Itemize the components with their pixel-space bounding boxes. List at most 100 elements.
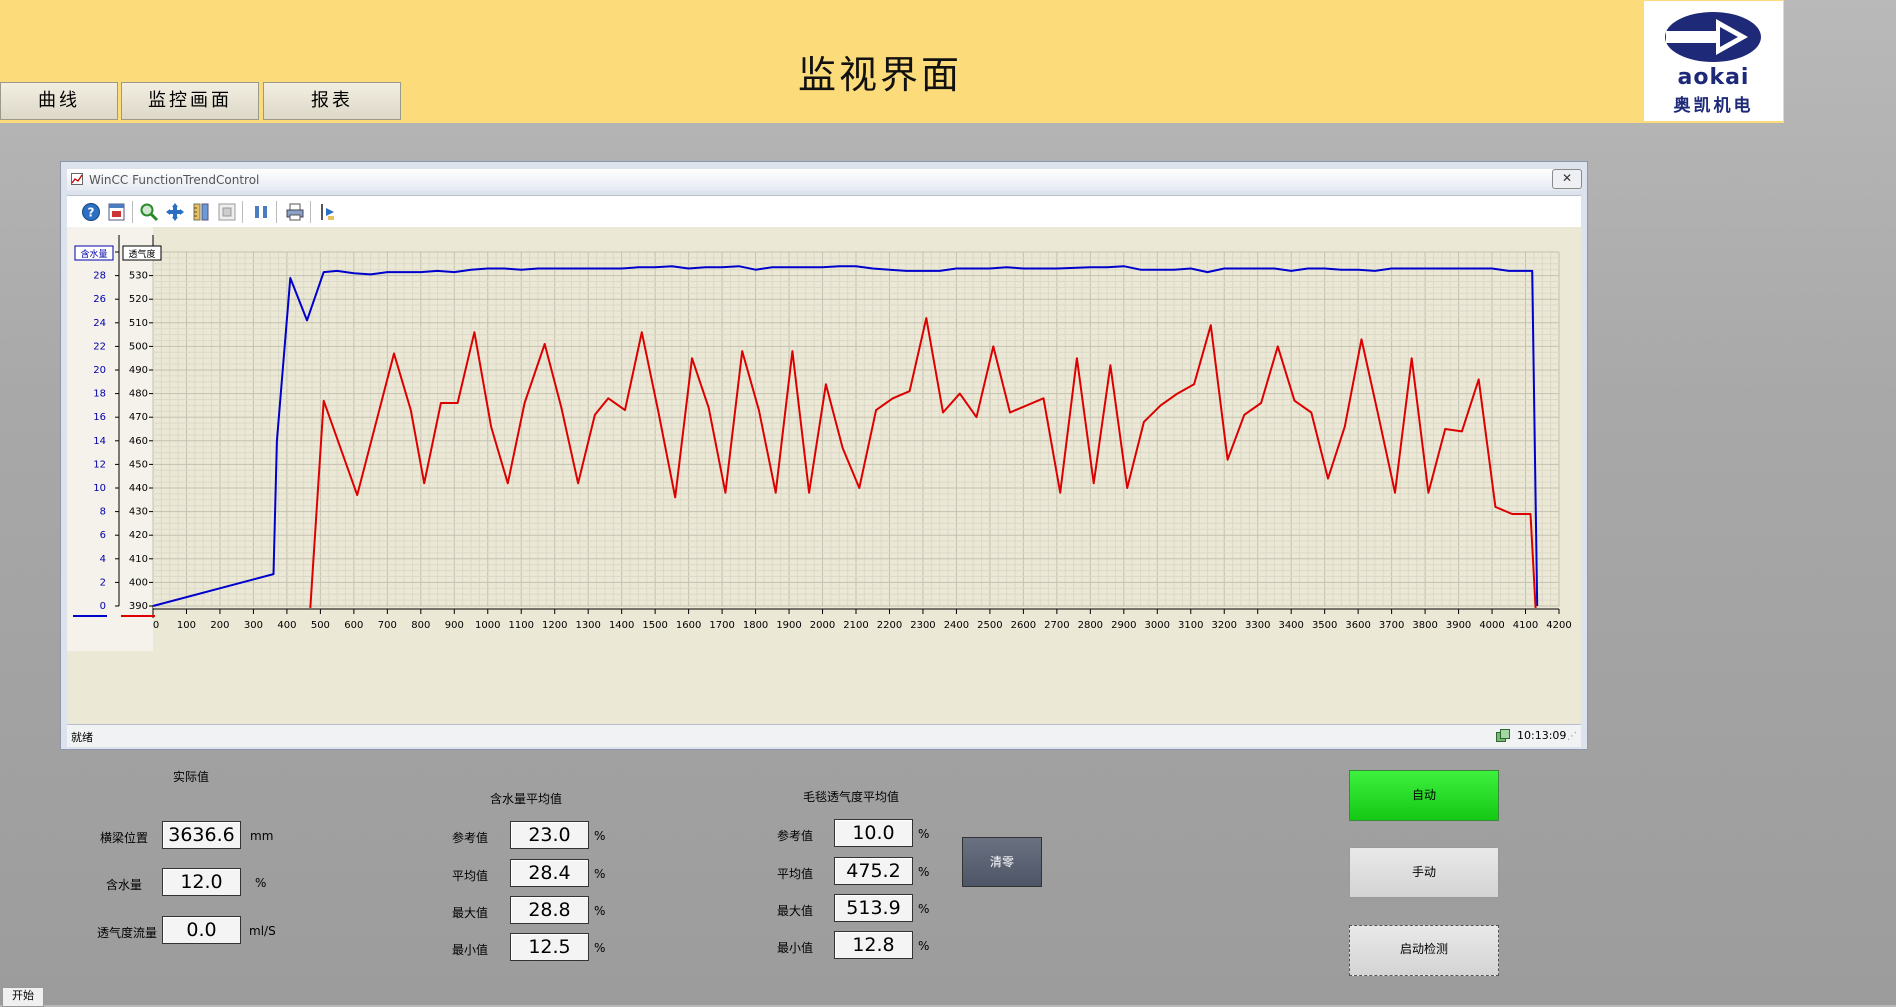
tick-label-permeability: 440 bbox=[129, 483, 148, 494]
perm-ref-unit: % bbox=[918, 827, 930, 841]
zoom-icon[interactable] bbox=[139, 202, 159, 222]
help-icon[interactable]: ? bbox=[81, 202, 101, 222]
tick-label-moisture: 4 bbox=[100, 554, 106, 565]
logo-company-text: 奥凯机电 bbox=[1673, 96, 1754, 116]
moisture-ref-label: 参考值 bbox=[452, 831, 489, 845]
x-tick-label: 3900 bbox=[1446, 620, 1471, 631]
taskbar-start-button[interactable]: 开始 bbox=[2, 987, 44, 1007]
perm-min-label: 最小值 bbox=[777, 941, 814, 955]
manual-mode-button[interactable]: 手动 bbox=[1349, 847, 1499, 898]
close-button[interactable]: ✕ bbox=[1552, 169, 1582, 189]
perm-max-label: 最大值 bbox=[777, 904, 814, 918]
x-tick-label: 1600 bbox=[676, 620, 701, 631]
trend-titlebar: WinCC FunctionTrendControl ✕ bbox=[67, 169, 1582, 191]
nav-curve-button[interactable]: 曲线 bbox=[0, 82, 118, 120]
x-tick-label: 2800 bbox=[1078, 620, 1103, 631]
perm-min-value: 12.8 bbox=[834, 931, 913, 959]
x-tick-label: 1000 bbox=[475, 620, 500, 631]
trend-window-title: WinCC FunctionTrendControl bbox=[89, 173, 260, 187]
x-tick-label: 200 bbox=[210, 620, 229, 631]
axis-title-permeability: 透气度 bbox=[128, 248, 155, 260]
tick-label-permeability: 450 bbox=[129, 459, 148, 470]
perm-min-unit: % bbox=[918, 939, 930, 953]
x-tick-label: 900 bbox=[445, 620, 464, 631]
tick-label-permeability: 430 bbox=[129, 507, 148, 518]
tick-label-permeability: 530 bbox=[129, 271, 148, 282]
axis-select-icon[interactable] bbox=[317, 202, 337, 222]
moisture-max-unit: % bbox=[594, 904, 606, 918]
tick-label-permeability: 400 bbox=[129, 577, 148, 588]
tick-label-moisture: 2 bbox=[100, 577, 106, 588]
x-tick-label: 4000 bbox=[1479, 620, 1504, 631]
tick-label-permeability: 480 bbox=[129, 389, 148, 400]
x-tick-label: 1800 bbox=[743, 620, 768, 631]
pause-icon[interactable] bbox=[251, 202, 271, 222]
toolbar-separator bbox=[310, 201, 311, 223]
toolbar-separator bbox=[242, 201, 243, 223]
beam-position-unit: mm bbox=[250, 829, 274, 843]
perm-mean-unit: % bbox=[918, 865, 930, 879]
perm-ref-value: 10.0 bbox=[834, 819, 913, 847]
moisture-min-label: 最小值 bbox=[452, 943, 489, 957]
x-tick-label: 800 bbox=[411, 620, 430, 631]
trend-plot-area: 0246810121416182022242628303904004104204… bbox=[67, 227, 1581, 724]
status-time: 10:13:09 bbox=[1517, 729, 1567, 742]
trend-toolbar: ? bbox=[67, 195, 1581, 229]
perm-mean-label: 平均值 bbox=[777, 867, 814, 881]
x-tick-label: 1300 bbox=[575, 620, 600, 631]
x-tick-label: 3300 bbox=[1245, 620, 1270, 631]
tick-label-permeability: 520 bbox=[129, 294, 148, 305]
x-tick-label: 2200 bbox=[877, 620, 902, 631]
moisture-ref-value: 23.0 bbox=[510, 821, 589, 849]
perm-max-unit: % bbox=[918, 902, 930, 916]
x-tick-label: 1700 bbox=[709, 620, 734, 631]
x-tick-label: 3100 bbox=[1178, 620, 1203, 631]
connection-status-icon bbox=[1496, 729, 1510, 742]
logo-arrow-icon bbox=[1665, 12, 1761, 62]
status-text: 就绪 bbox=[71, 731, 93, 744]
tick-label-permeability: 490 bbox=[129, 365, 148, 376]
moisture-mean-unit: % bbox=[594, 867, 606, 881]
nav-report-button[interactable]: 报表 bbox=[263, 82, 401, 120]
trend-control-window: WinCC FunctionTrendControl ✕ ? 0 2 4 6 8… bbox=[60, 161, 1588, 750]
tick-label-moisture: 12 bbox=[93, 459, 106, 470]
beam-position-value: 3636.6 bbox=[162, 821, 241, 849]
moisture-mean-value: 28.4 bbox=[510, 859, 589, 887]
tick-label-moisture: 16 bbox=[93, 412, 106, 423]
print-icon[interactable] bbox=[285, 202, 305, 222]
toolbar-separator bbox=[276, 201, 277, 223]
tick-label-permeability: 420 bbox=[129, 530, 148, 541]
tick-label-moisture: 22 bbox=[93, 341, 106, 352]
config-dialog-icon[interactable] bbox=[107, 202, 127, 222]
nav-monitor-button[interactable]: 监控画面 bbox=[121, 82, 259, 120]
trend-chart[interactable]: 0246810121416182022242628303904004104204… bbox=[67, 227, 1581, 724]
tick-label-moisture: 28 bbox=[93, 271, 106, 282]
moisture-max-label: 最大值 bbox=[452, 906, 489, 920]
perm-flow-value: 0.0 bbox=[162, 916, 241, 944]
moisture-unit: % bbox=[255, 876, 267, 890]
tick-label-permeability: 510 bbox=[129, 318, 148, 329]
x-tick-label: 500 bbox=[311, 620, 330, 631]
toolbar-separator bbox=[132, 201, 133, 223]
original-view-icon[interactable] bbox=[217, 202, 237, 222]
x-tick-label: 3200 bbox=[1212, 620, 1237, 631]
beam-position-label: 横梁位置 bbox=[100, 831, 149, 845]
moisture-value: 12.0 bbox=[162, 868, 241, 896]
perm-ref-label: 参考值 bbox=[777, 829, 814, 843]
moisture-mean-label: 平均值 bbox=[452, 869, 489, 883]
ruler-icon[interactable] bbox=[191, 202, 211, 222]
move-icon[interactable] bbox=[165, 202, 185, 222]
moisture-min-value: 12.5 bbox=[510, 933, 589, 961]
clear-button[interactable]: 清零 bbox=[962, 837, 1042, 887]
perm-mean-value: 475.2 bbox=[834, 857, 913, 885]
auto-mode-button[interactable]: 自动 bbox=[1349, 770, 1499, 821]
company-logo: aokai 奥凯机电 bbox=[1644, 1, 1783, 121]
start-detect-button[interactable]: 启动检测 bbox=[1349, 925, 1499, 976]
x-tick-label: 0 bbox=[153, 620, 159, 631]
x-tick-label: 4200 bbox=[1546, 620, 1571, 631]
x-tick-label: 3400 bbox=[1278, 620, 1303, 631]
logo-brand-text: aokai bbox=[1677, 65, 1750, 90]
perm-max-value: 513.9 bbox=[834, 894, 913, 922]
x-tick-label: 2600 bbox=[1011, 620, 1036, 631]
tick-label-moisture: 24 bbox=[93, 318, 106, 329]
